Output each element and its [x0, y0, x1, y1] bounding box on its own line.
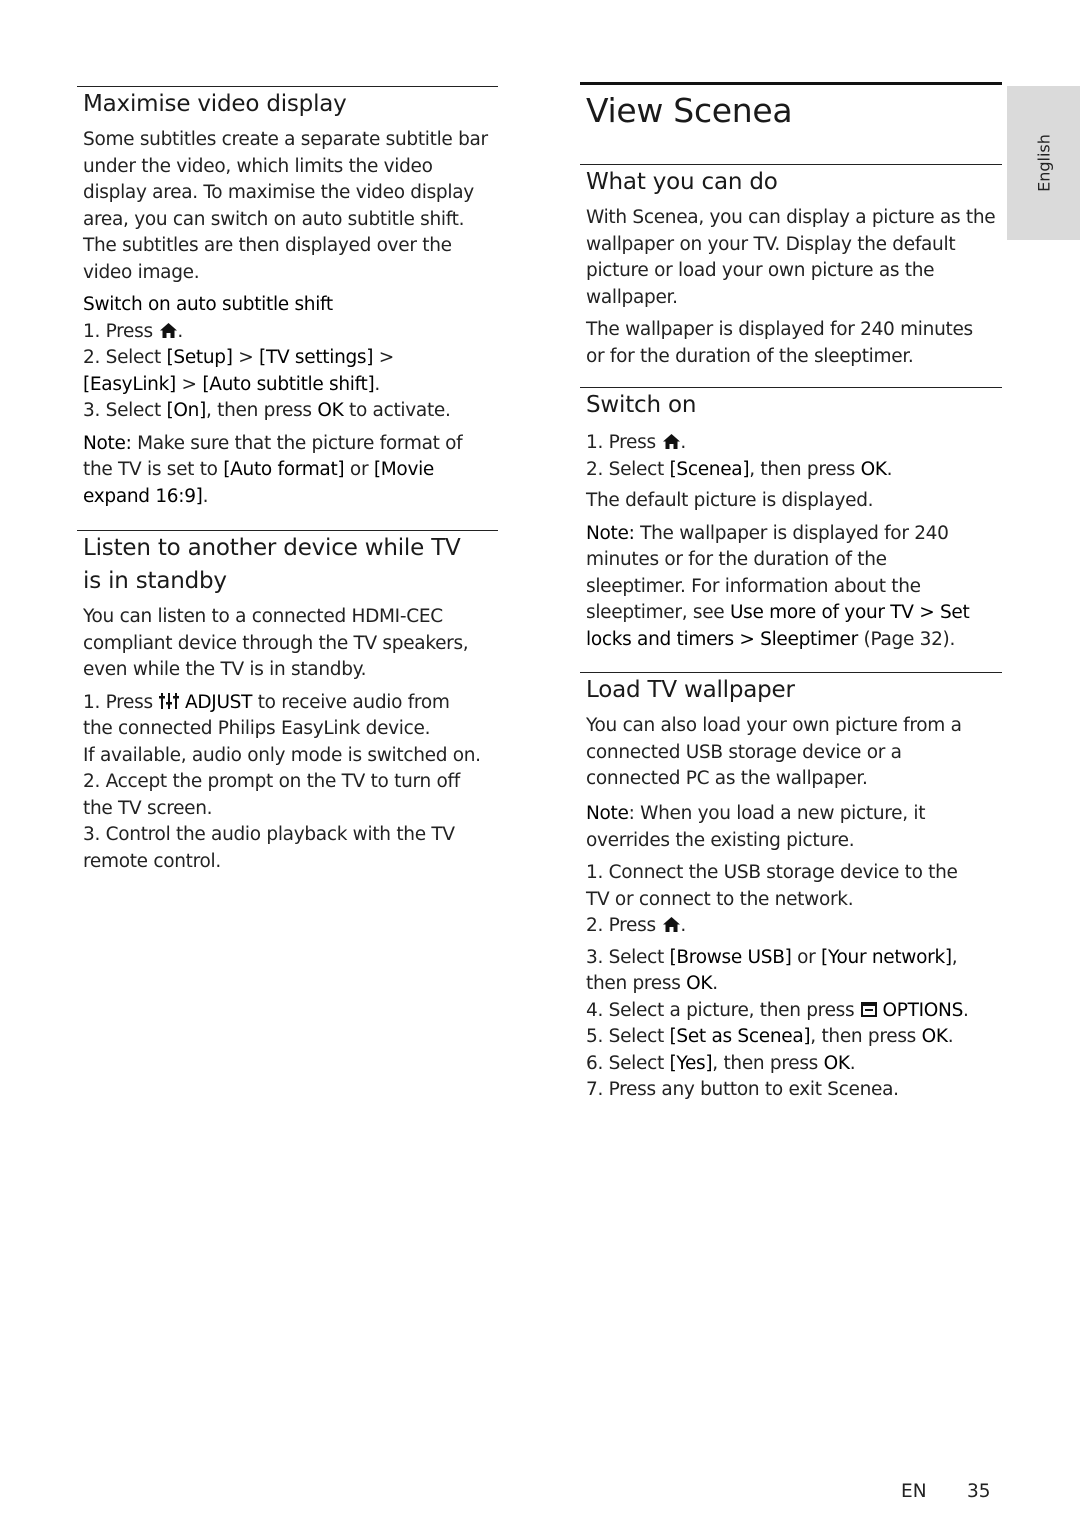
section-heading: Switch on [586, 392, 697, 418]
section-divider [580, 164, 1002, 165]
section-divider [77, 530, 498, 531]
section-heading: Load TV wallpaper [586, 677, 795, 703]
home-icon [663, 917, 681, 932]
text-line: If available, audio only mode is switche… [83, 744, 481, 766]
duration-paragraph: The wallpaper is displayed for 240 minut… [586, 319, 973, 367]
cross-reference-link[interactable]: Use more of your TV > Set [730, 602, 970, 623]
section-load-tv-wallpaper: Load TV wallpaper You can also load your… [580, 672, 1002, 1104]
left-column: Maximise video display Some subtitles cr… [77, 86, 498, 875]
step-4: 4. Select a picture, then press OPTIONS. [586, 999, 969, 1021]
note: Note: When you load a new picture, it ov… [586, 802, 926, 851]
text-line: display area. To maximise the video disp… [83, 182, 474, 203]
right-column: View Scenea What you can do With Scenea,… [580, 82, 1002, 1104]
note: Note: Make sure that the picture format … [83, 432, 463, 507]
section-listen-in-standby: Listen to another device while TV is in … [77, 530, 498, 875]
section-heading: What you can do [586, 169, 778, 195]
language-tab: English [1007, 86, 1080, 240]
step-1: 1. Press ADJUST to receive audio from [83, 691, 450, 713]
note-label: Note: [586, 522, 635, 544]
text-line: area, you can switch on auto subtitle sh… [83, 208, 465, 230]
intro-paragraph: You can also load your own picture from … [586, 715, 962, 789]
section-heading: Listen to another device while TV is in … [83, 535, 461, 594]
intro-paragraph: Some subtitles create a separate subtitl… [77, 127, 498, 286]
text-line: Some subtitles create a separate subtitl… [83, 129, 488, 150]
step-2: 2. Select [Scenea], then press OK. [586, 458, 893, 480]
step-2: 2. Select [Setup] > [TV settings] > [83, 347, 394, 368]
section-switch-on: Switch on 1. Press . 2. Select [Scenea],… [580, 387, 1002, 653]
cross-reference-link[interactable]: locks and timers > Sleeptimer [586, 629, 858, 650]
note: Note: The wallpaper is displayed for 240… [586, 522, 970, 650]
step-2-continued: [EasyLink] > [Auto subtitle shift]. [83, 373, 380, 395]
footer-language-code: EN [901, 1481, 927, 1502]
steps: 1. Press . 2. Select [Scenea], then pres… [580, 430, 1002, 515]
page-title: View Scenea [586, 91, 793, 130]
text-line: video image. [83, 261, 200, 283]
step-1: 1. Press . [83, 320, 183, 342]
result-text: The default picture is displayed. [586, 490, 874, 511]
section-what-you-can-do: What you can do With Scenea, you can dis… [580, 164, 1002, 370]
step-3: 3. Control the audio playback with the T… [83, 824, 455, 845]
step-2: 2. Press . [586, 915, 686, 936]
step-1: 1. Connect the USB storage device to the [586, 862, 958, 883]
step-7: 7. Press any button to exit Scenea. [586, 1079, 899, 1100]
section-divider [580, 387, 1002, 388]
subheading: Switch on auto subtitle shift [83, 294, 333, 315]
note-label: Note: [83, 432, 132, 454]
title-rule [580, 82, 1002, 85]
step-3: 3. Select [On], then press OK to activat… [83, 400, 451, 421]
home-icon [663, 434, 681, 449]
step-3-continued: then press OK. [586, 973, 718, 994]
step-3: 3. Select [Browse USB] or [Your network]… [586, 946, 958, 968]
text-line: The subtitles are then displayed over th… [83, 235, 452, 256]
note-label: Note [586, 802, 629, 824]
language-tab-label: English [1034, 134, 1053, 192]
step-1: 1. Press . [586, 432, 686, 453]
section-maximise-video-display: Maximise video display Some subtitles cr… [77, 86, 498, 510]
intro-paragraph: With Scenea, you can display a picture a… [586, 207, 996, 308]
text-line: the connected Philips EasyLink device. [83, 718, 431, 739]
intro-paragraph: You can listen to a connected HDMI-CEC c… [83, 606, 469, 680]
page-number: 35 [967, 1481, 991, 1502]
step-5: 5. Select [Set as Scenea], then press OK… [586, 1026, 954, 1047]
steps: 1. Connect the USB storage device to the… [580, 860, 1002, 1104]
home-icon [160, 322, 178, 338]
text-line: remote control. [83, 850, 221, 872]
section-divider [77, 86, 498, 87]
text-line: TV or connect to the network. [586, 888, 854, 910]
text-line: under the video, which limits the video [83, 155, 433, 177]
step-6: 6. Select [Yes], then press OK. [586, 1052, 856, 1074]
options-icon [860, 1001, 877, 1017]
step-2: 2. Accept the prompt on the TV to turn o… [83, 771, 460, 792]
adjust-icon [159, 692, 180, 709]
text-line: the TV screen. [83, 797, 213, 819]
section-heading: Maximise video display [83, 91, 347, 117]
section-divider [580, 672, 1002, 673]
steps: 1. Press ADJUST to receive audio from th… [77, 690, 498, 876]
